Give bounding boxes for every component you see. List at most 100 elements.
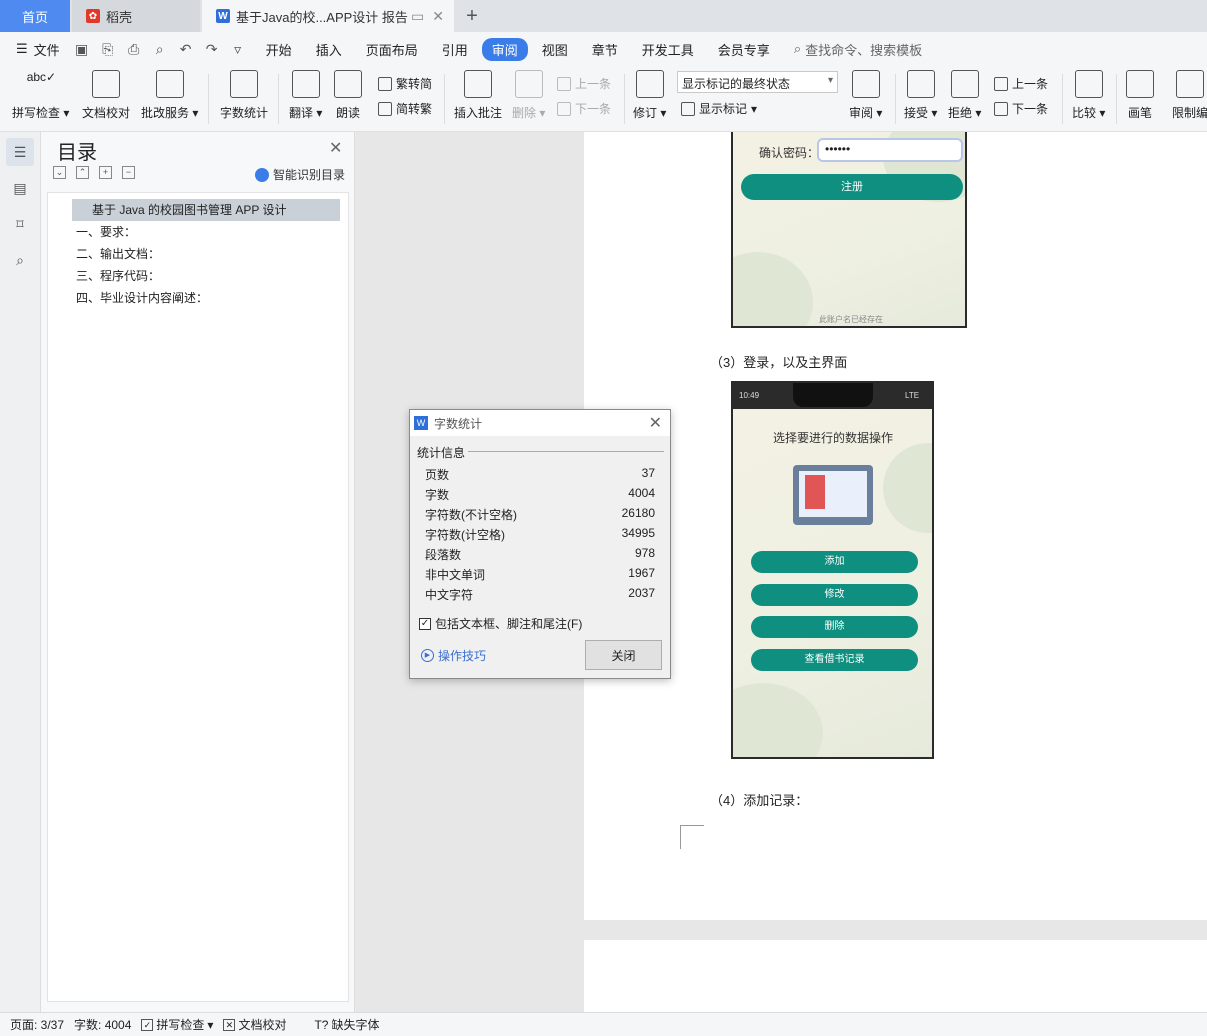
stat-row: 字符数(不计空格) 26180 xyxy=(425,506,655,523)
review-pane-button[interactable]: 审阅 ▾ xyxy=(849,70,882,121)
pin-icon[interactable]: ▭ xyxy=(411,8,424,25)
track-changes-button[interactable]: 修订 ▾ xyxy=(633,70,666,121)
menu-developer[interactable]: 开发工具 xyxy=(642,40,694,59)
translate-button[interactable]: 翻译 ▾ xyxy=(289,70,322,121)
dialog-close-button[interactable]: 关闭 xyxy=(585,640,662,670)
include-textbox-checkbox[interactable]: ✓ 包括文本框、脚注和尾注(F) xyxy=(419,615,582,632)
simp-to-trad-button[interactable]: 简转繁 xyxy=(378,100,432,117)
stat-label: 非中文单词 xyxy=(425,568,486,582)
restrict-editing-button[interactable]: 限制编 xyxy=(1172,70,1207,121)
read-aloud-icon xyxy=(334,70,362,98)
stat-row: 页数 37 xyxy=(425,466,655,483)
expand-icon[interactable]: ⌃ xyxy=(76,166,89,179)
next-comment-icon xyxy=(557,101,571,116)
tips-link[interactable]: ▶ 操作技巧 xyxy=(421,647,486,664)
delete-comment-button[interactable]: 删除 ▾ xyxy=(512,70,545,121)
tab-docer[interactable]: ✿ 稻壳 xyxy=(72,0,200,32)
stat-row: 段落数 978 xyxy=(425,546,655,563)
demote-icon[interactable]: − xyxy=(122,166,135,179)
toc-item[interactable]: 一、要求： xyxy=(48,221,348,243)
command-search[interactable]: ⌕ 查找命令、搜索模板 xyxy=(794,40,922,59)
word-count-indicator[interactable]: 字数: 4004 xyxy=(74,1016,131,1033)
collapse-icon[interactable]: ⌄ xyxy=(53,166,66,179)
pen-button[interactable]: 画笔 xyxy=(1126,70,1154,121)
insert-comment-label: 插入批注 xyxy=(454,106,503,120)
print-icon[interactable]: ⎙ xyxy=(126,41,142,57)
document-page[interactable]: 确认密码： •••••• 注册 此账户名已经存在 （3）登录，以及主界面 10:… xyxy=(584,132,1207,920)
menu-view[interactable]: 视图 xyxy=(542,40,568,59)
tab-home[interactable]: 首页 xyxy=(0,0,70,32)
stat-value: 978 xyxy=(634,546,655,560)
stat-value: 4004 xyxy=(628,486,655,500)
smart-toc-button[interactable]: 智能识别目录 xyxy=(255,166,345,183)
status-spell-check[interactable]: ✓ 拼写检查 ▾ xyxy=(141,1016,213,1033)
accept-label: 接受 xyxy=(904,106,929,120)
toc-item[interactable]: 四、毕业设计内容阐述： xyxy=(48,287,348,309)
stat-label: 段落数 xyxy=(425,548,462,562)
customize-icon[interactable]: ▿ xyxy=(230,41,246,57)
status-missing-font[interactable]: T? 缺失字体 xyxy=(314,1016,379,1033)
tab-docer-label: 稻壳 xyxy=(106,9,133,25)
prev-comment-button[interactable]: 上一条 xyxy=(557,75,611,92)
menu-references[interactable]: 引用 xyxy=(442,40,468,59)
file-menu-label: 文件 xyxy=(33,42,60,58)
close-icon[interactable]: ✕ xyxy=(329,138,342,158)
wps-writer-icon: W xyxy=(216,9,230,23)
next-comment-button[interactable]: 下一条 xyxy=(557,100,611,117)
compare-button[interactable]: 比较 ▾ xyxy=(1072,70,1105,121)
menu-start[interactable]: 开始 xyxy=(266,40,292,59)
stats-group-label: 统计信息 xyxy=(417,446,466,460)
export-icon[interactable]: ⎘ xyxy=(100,41,116,57)
trad-to-simp-button[interactable]: 繁转简 xyxy=(378,75,432,92)
word-count-button[interactable]: 字数统计 xyxy=(220,70,268,121)
correction-service-button[interactable]: 批改服务 ▾ xyxy=(141,70,198,121)
next-change-button[interactable]: 下一条 xyxy=(994,100,1048,117)
tab-document[interactable]: W 基于Java的校...APP设计 报告 ▭ ✕ xyxy=(202,0,454,32)
menu-section[interactable]: 章节 xyxy=(592,40,618,59)
prev-change-button[interactable]: 上一条 xyxy=(994,75,1048,92)
bookmark-icon[interactable]: ⌑ xyxy=(6,210,34,238)
delete-comment-icon xyxy=(514,70,543,98)
insert-comment-button[interactable]: 插入批注 xyxy=(454,70,502,121)
toc-pane-icon[interactable]: ☰ xyxy=(6,138,34,166)
chapter-nav-icon[interactable]: ▤ xyxy=(6,174,34,202)
spell-check-button[interactable]: abc✓ 拼写检查 ▾ xyxy=(12,70,69,121)
read-aloud-button[interactable]: 朗读 xyxy=(334,70,362,121)
add-tab-button[interactable]: + xyxy=(460,4,484,28)
menu-review[interactable]: 审阅 xyxy=(481,37,528,61)
status-spell-label: 拼写检查 xyxy=(156,1018,205,1032)
show-markup-button[interactable]: 显示标记 ▾ xyxy=(681,100,757,117)
markup-state-select[interactable]: 显示标记的最终状态 xyxy=(677,71,838,93)
doc-proof-icon xyxy=(92,70,120,98)
confirm-password-field: •••••• xyxy=(817,138,963,162)
menu-page-layout[interactable]: 页面布局 xyxy=(366,40,418,59)
close-icon[interactable]: ✕ xyxy=(649,413,662,433)
toc-item[interactable]: 二、输出文档： xyxy=(48,243,348,265)
accept-button[interactable]: 接受 ▾ xyxy=(904,70,937,121)
file-menu-button[interactable]: ☰ 文件 xyxy=(16,40,60,59)
status-doc-proof[interactable]: ✕ 文档校对 xyxy=(223,1016,286,1033)
reject-button[interactable]: 拒绝 ▾ xyxy=(948,70,981,121)
pen-label: 画笔 xyxy=(1127,106,1152,120)
prev-comment-icon xyxy=(557,76,571,91)
translate-label: 翻译 xyxy=(289,106,314,120)
save-icon[interactable]: ▣ xyxy=(74,41,90,57)
undo-icon[interactable]: ↶ xyxy=(178,41,194,57)
find-icon[interactable]: ⌕ xyxy=(6,246,34,274)
menu-member[interactable]: 会员专享 xyxy=(718,40,770,59)
delete-comment-label: 删除 xyxy=(512,106,537,120)
redo-icon[interactable]: ↷ xyxy=(204,41,220,57)
toc-item[interactable]: 基于 Java 的校园图书管理 APP 设计 xyxy=(72,199,340,221)
close-tab-icon[interactable]: ✕ xyxy=(432,8,444,25)
laptop-illustration xyxy=(793,465,873,525)
status-bar: 页面: 3/37 字数: 4004 ✓ 拼写检查 ▾ ✕ 文档校对 T? 缺失字体 xyxy=(0,1012,1207,1036)
document-page-next[interactable] xyxy=(584,940,1207,1012)
stat-value: 34995 xyxy=(621,526,655,540)
promote-icon[interactable]: + xyxy=(99,166,112,179)
print-preview-icon[interactable]: ⌕ xyxy=(152,41,168,57)
doc-proof-button[interactable]: 文档校对 xyxy=(82,70,130,121)
menu-insert[interactable]: 插入 xyxy=(316,40,342,59)
toc-item[interactable]: 三、程序代码： xyxy=(48,265,348,287)
tab-document-label: 基于Java的校...APP设计 报告 xyxy=(236,9,408,25)
page-indicator[interactable]: 页面: 3/37 xyxy=(10,1016,64,1033)
